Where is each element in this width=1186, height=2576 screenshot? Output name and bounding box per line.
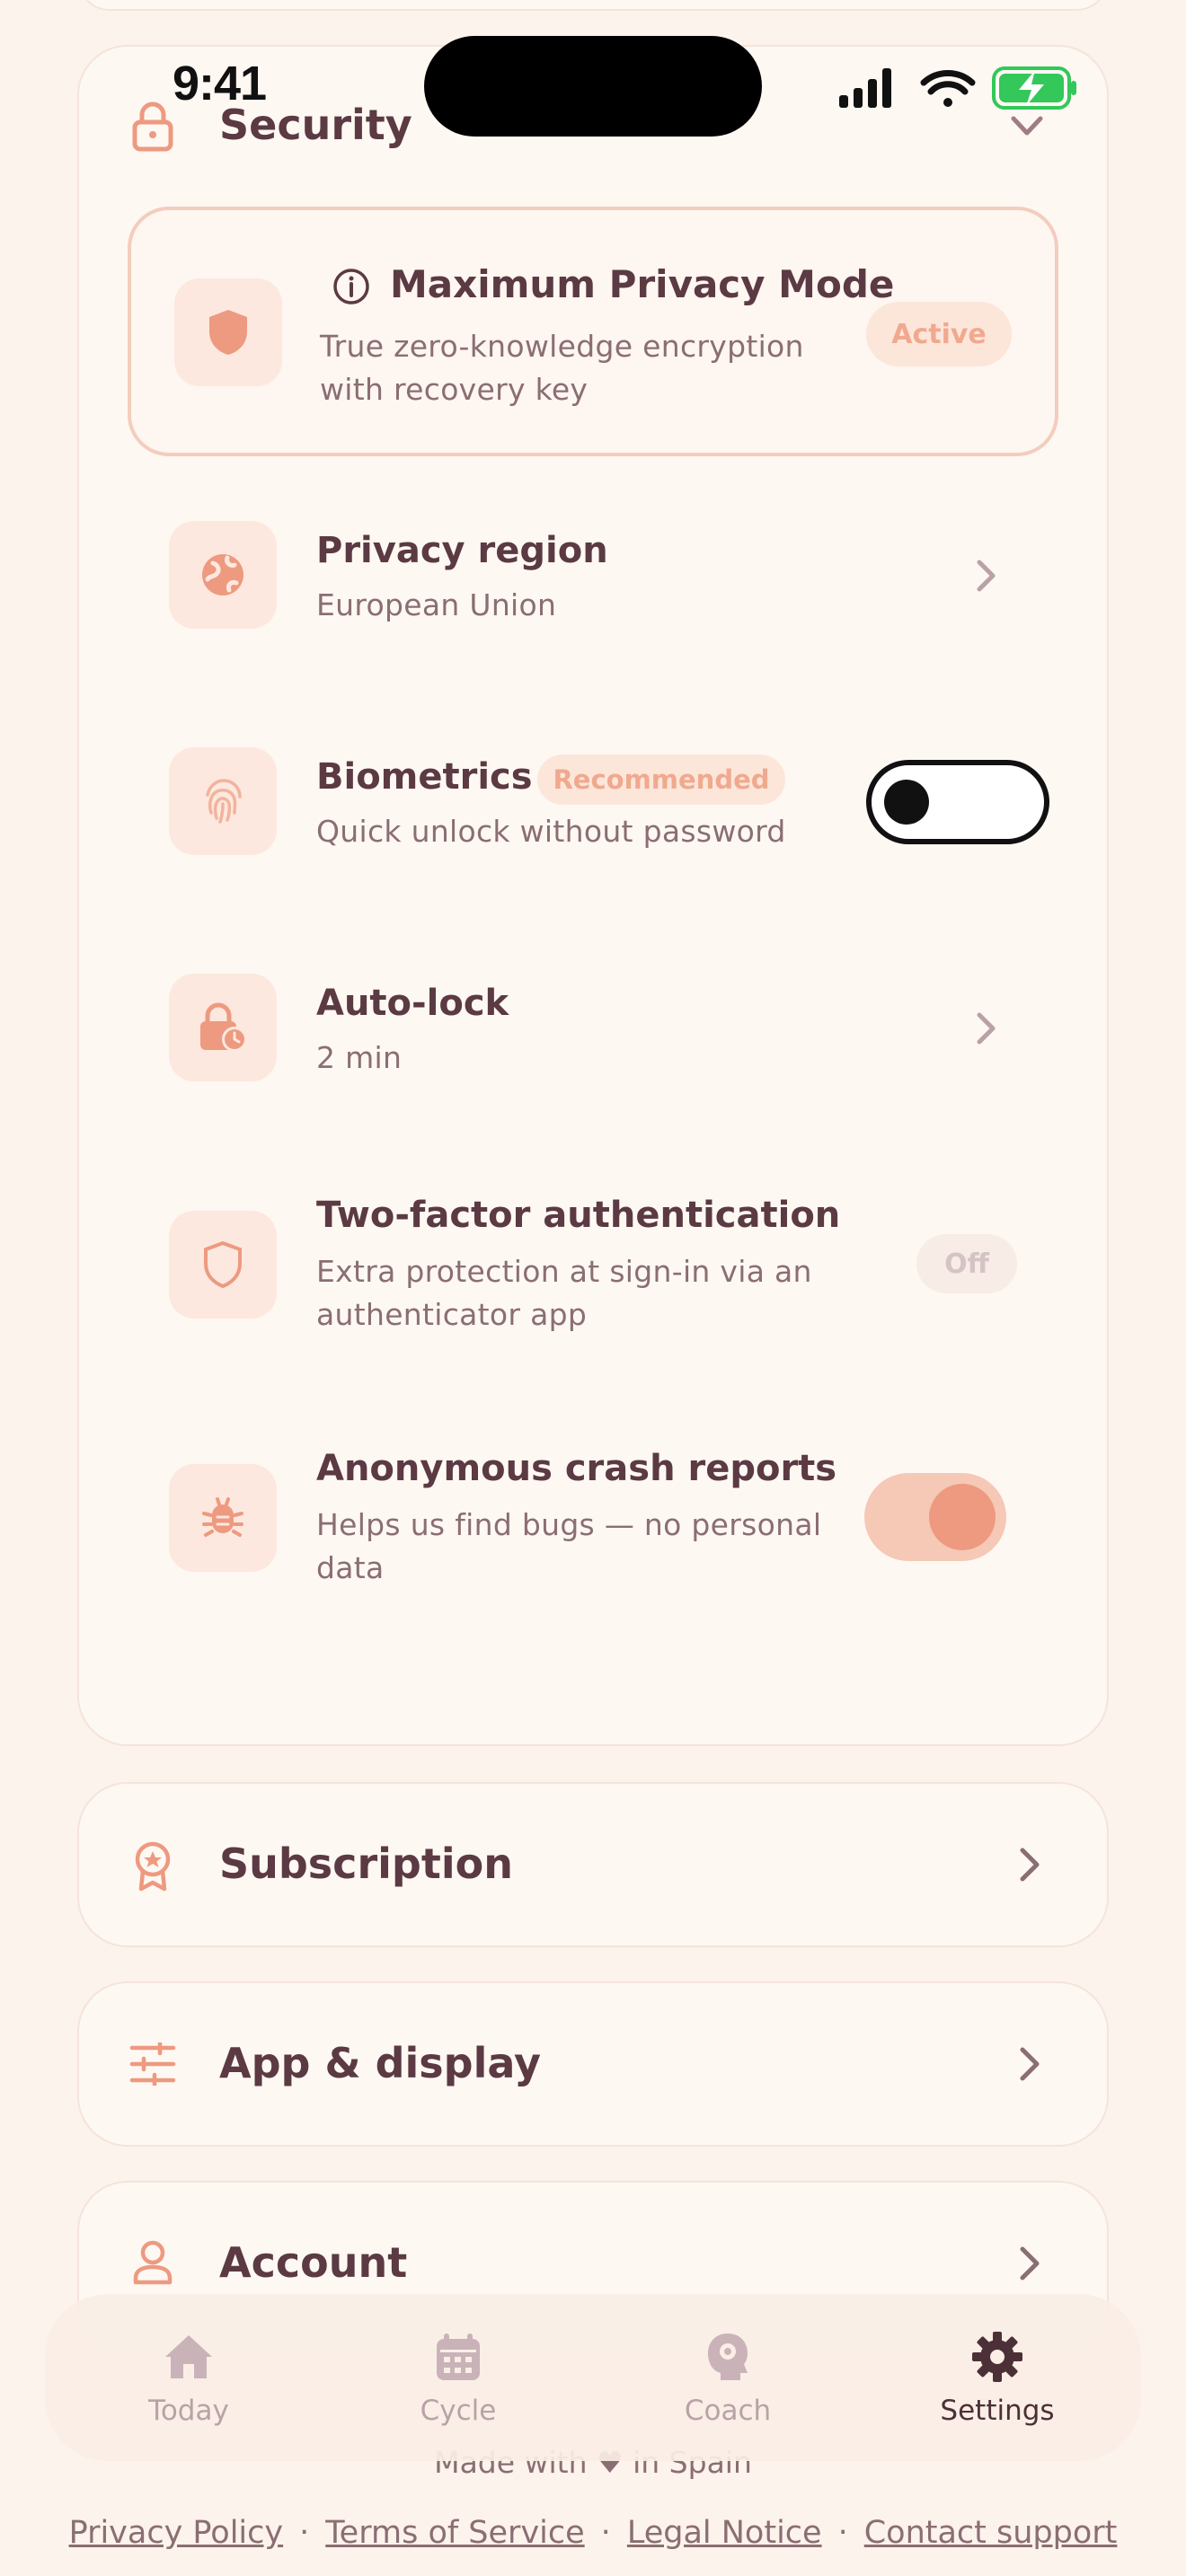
biometrics-title: Biometrics [316,756,533,798]
tab-label-cycle: Cycle [420,2395,497,2427]
privacy-policy-link[interactable]: Privacy Policy [69,2515,284,2551]
auto-lock-title: Auto-lock [316,983,509,1024]
tab-label-coach: Coach [684,2395,772,2427]
coach-icon [708,2333,748,2380]
terms-of-service-link[interactable]: Terms of Service [325,2515,584,2551]
two-factor-title: Two-factor authentication [316,1195,841,1236]
fingerprint-icon [206,779,242,824]
account-chevron-icon [1020,2246,1040,2280]
bug-icon [202,1497,243,1537]
auto-lock-chevron-icon[interactable] [976,1011,997,1045]
biometrics-subtitle: Quick unlock without password [316,814,786,849]
tab-coach[interactable]: Coach [620,2294,836,2461]
tab-label-today: Today [148,2395,229,2427]
gear-icon [972,2332,1022,2382]
battery-icon [992,66,1076,110]
home-icon [165,2335,212,2378]
person-icon [133,2240,173,2285]
separator: · [600,2515,611,2551]
globe-icon [202,554,243,595]
privacy-region-title: Privacy region [316,530,608,571]
separator: · [299,2515,310,2551]
calendar-icon [437,2333,480,2380]
sliders-icon [129,2042,176,2086]
footer-links: Privacy Policy · Terms of Service · Legal No… [0,2515,1186,2551]
tab-today[interactable]: Today [81,2294,296,2461]
tab-bar: Today Cycle Coach Settings [45,2294,1141,2461]
section-title-app-display: App & display [219,2039,541,2087]
crash-reports-toggle[interactable] [864,1473,1006,1561]
signal-icon [839,68,891,108]
privacy-mode-subtitle-line1: True zero-knowledge encryption [320,329,804,364]
privacy-mode-icon-box [174,278,282,386]
app-display-chevron-icon [1020,2047,1040,2081]
crash-reports-icon-box [169,1464,277,1572]
auto-lock-icon-box [169,974,277,1081]
privacy-region-icon-box [169,521,277,629]
badge-icon [135,1841,171,1892]
toggle-knob [929,1484,996,1550]
info-icon[interactable] [332,268,370,305]
section-title-account: Account [219,2238,408,2287]
crash-reports-title: Anonymous crash reports [316,1448,837,1489]
collapse-chevron-icon[interactable] [1010,115,1044,138]
biometrics-toggle[interactable] [866,760,1049,844]
two-factor-status-badge[interactable]: Off [916,1234,1017,1293]
privacy-region-value: European Union [316,587,557,622]
recommended-badge: Recommended [537,754,785,805]
two-factor-subtitle-line2: authenticator app [316,1297,588,1332]
privacy-mode-active-badge: Active [866,302,1012,366]
crash-reports-subtitle-line1: Helps us find bugs — no personal [316,1507,822,1542]
tab-label-settings: Settings [940,2395,1055,2427]
toggle-knob [884,780,929,825]
dynamic-island [424,36,762,137]
wifi-icon [920,70,976,107]
lock-icon [132,101,173,152]
status-time: 9:41 [173,57,267,110]
lock-clock-icon [200,1002,247,1052]
privacy-region-chevron-icon[interactable] [976,559,997,593]
previous-section-card [77,0,1109,11]
shield-icon [204,1240,242,1289]
tab-cycle[interactable]: Cycle [350,2294,566,2461]
biometrics-icon-box [169,747,277,855]
tab-settings[interactable]: Settings [890,2294,1105,2461]
separator: · [837,2515,848,2551]
crash-reports-subtitle-line2: data [316,1550,385,1585]
two-factor-icon-box [169,1211,277,1319]
two-factor-subtitle-line1: Extra protection at sign-in via an [316,1254,812,1289]
auto-lock-value: 2 min [316,1040,403,1075]
status-icons [839,66,1076,110]
subscription-chevron-icon [1020,1848,1040,1882]
privacy-mode-title: Maximum Privacy Mode [390,262,895,306]
section-title-subscription: Subscription [219,1839,513,1888]
contact-support-link[interactable]: Contact support [864,2515,1118,2551]
legal-notice-link[interactable]: Legal Notice [627,2515,822,2551]
shield-filled-icon [209,310,247,355]
privacy-mode-subtitle-line2: with recovery key [320,372,589,407]
